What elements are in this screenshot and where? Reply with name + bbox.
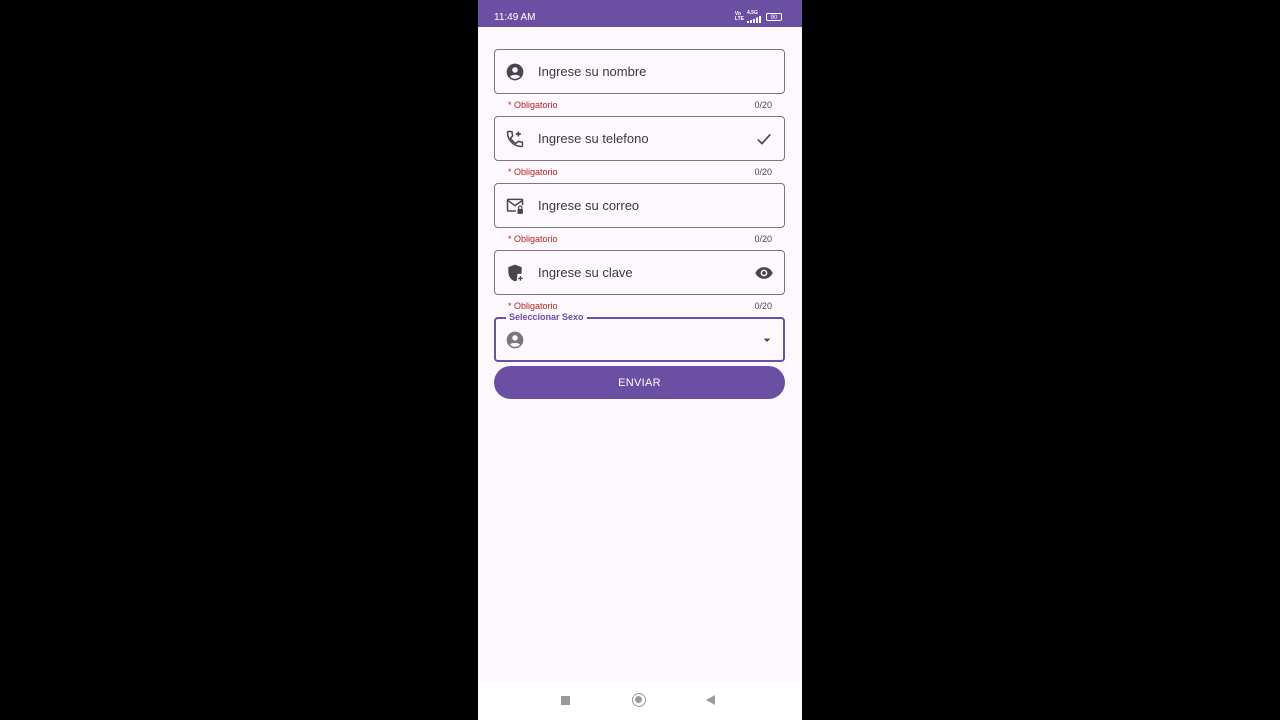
char-counter: 0/20 <box>754 234 772 244</box>
status-time: 11:49 AM <box>494 12 536 23</box>
gender-select[interactable]: Seleccionar Sexo <box>494 311 785 362</box>
char-counter: 0/20 <box>754 100 772 110</box>
account-circle-icon <box>506 331 524 349</box>
account-circle-icon <box>506 63 524 81</box>
name-placeholder: Ingrese su nombre <box>538 64 647 79</box>
required-text: * Obligatorio <box>508 100 558 110</box>
back-icon[interactable] <box>706 695 715 705</box>
recents-icon[interactable] <box>561 696 570 705</box>
phone-placeholder: Ingrese su telefono <box>538 131 649 146</box>
required-text: * Obligatorio <box>508 167 558 177</box>
char-counter: 0/20 <box>754 301 772 311</box>
required-text: * Obligatorio <box>508 234 558 244</box>
volte-icon: Vo LTE <box>734 11 744 22</box>
phone-screen: 11:49 AM Vo LTE 4.5G 90 Ingrese su nombr… <box>478 0 802 720</box>
email-field[interactable]: Ingrese su correo <box>494 183 785 228</box>
check-icon <box>757 133 771 145</box>
email-placeholder: Ingrese su correo <box>538 198 640 213</box>
eye-icon[interactable] <box>754 263 774 283</box>
submit-button[interactable]: ENVIAR <box>494 366 785 399</box>
dropdown-arrow-icon[interactable] <box>759 332 775 348</box>
status-bar: 11:49 AM Vo LTE 4.5G 90 <box>478 0 802 27</box>
home-icon[interactable] <box>632 693 646 707</box>
phone-field[interactable]: Ingrese su telefono <box>494 116 785 161</box>
gender-select-label: Seleccionar Sexo <box>506 311 587 323</box>
password-field[interactable]: Ingrese su clave <box>494 250 785 295</box>
system-nav-bar <box>478 682 802 720</box>
name-field[interactable]: Ingrese su nombre <box>494 49 785 94</box>
mail-lock-icon <box>506 198 524 214</box>
signal-icon: 4.5G <box>747 11 763 23</box>
add-call-icon <box>506 130 524 148</box>
battery-icon: 90 <box>766 13 782 21</box>
shield-add-icon <box>508 264 524 282</box>
status-icons: Vo LTE 4.5G 90 <box>735 11 782 23</box>
char-counter: 0/20 <box>754 167 772 177</box>
password-placeholder: Ingrese su clave <box>538 265 633 280</box>
